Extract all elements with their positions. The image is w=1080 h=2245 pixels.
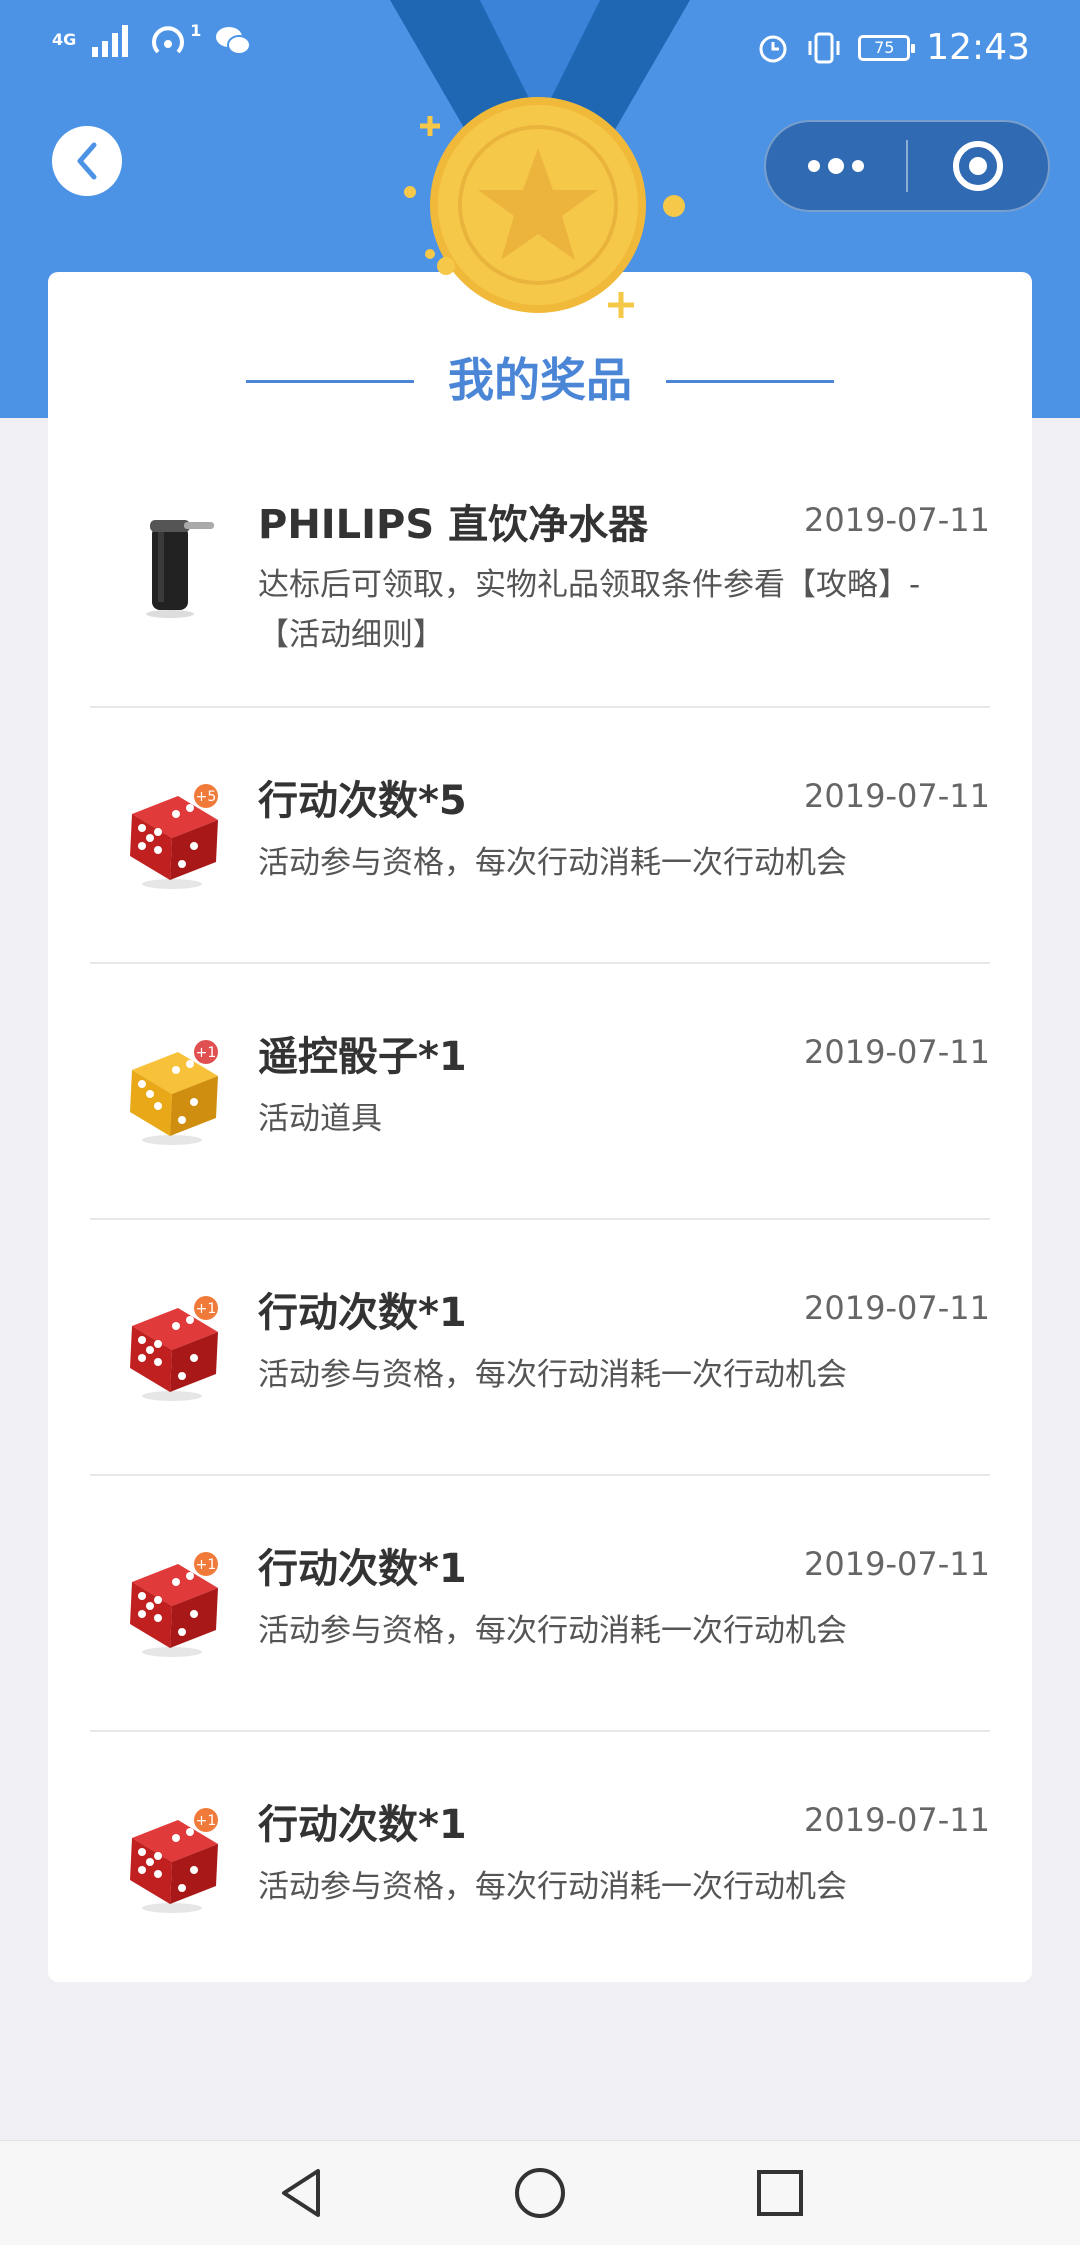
chevron-left-icon (77, 142, 97, 180)
prize-name: PHILIPS 直饮净水器 (258, 502, 649, 548)
prize-description: 活动参与资格，每次行动消耗一次行动机会 (258, 1869, 847, 1905)
battery-level: 75 (874, 38, 895, 57)
clock: 12:43 (926, 27, 1030, 68)
prize-description: 活动道具 (258, 1101, 382, 1137)
more-button[interactable] (766, 122, 906, 210)
prize-name: 遥控骰子*1 (258, 1034, 467, 1080)
battery-icon: 75 (858, 35, 916, 61)
prize-name: 行动次数*1 (258, 1802, 467, 1848)
back-button[interactable] (52, 126, 122, 196)
prize-badge: +1 (196, 1301, 217, 1317)
prize-item[interactable]: +1 遥控骰子*1 2019-07-11 活动道具 (90, 964, 990, 1220)
signal-sub-label: 1 (190, 21, 202, 40)
nav-back-icon[interactable] (272, 2163, 332, 2223)
yellow-dice-icon: +1 (130, 1040, 218, 1145)
prize-badge: +5 (196, 789, 217, 805)
target-circle-icon (953, 141, 1003, 191)
more-dots-icon (808, 158, 864, 174)
system-nav-bar (0, 2140, 1080, 2245)
prize-date: 2019-07-11 (804, 501, 990, 539)
wechat-icon (216, 27, 252, 55)
prize-date: 2019-07-11 (804, 1801, 990, 1839)
prize-description: 活动参与资格，每次行动消耗一次行动机会 (258, 845, 847, 881)
red-dice-icon: +5 (130, 784, 218, 889)
medal-icon (404, 97, 685, 318)
status-bar: 4G 1 75 12:43 (0, 0, 1080, 96)
prize-badge: +1 (196, 1813, 217, 1829)
prize-date: 2019-07-11 (804, 1545, 990, 1583)
red-dice-icon: +1 (130, 1296, 218, 1401)
miniprogram-capsule (764, 120, 1050, 212)
prize-item[interactable]: +1 行动次数*1 2019-07-11 活动参与资格，每次行动消耗一次行动机会 (90, 1220, 990, 1476)
prize-description: 活动参与资格，每次行动消耗一次行动机会 (258, 1613, 847, 1649)
prize-date: 2019-07-11 (804, 1289, 990, 1327)
prize-badge: +1 (196, 1557, 217, 1573)
prize-date: 2019-07-11 (804, 1033, 990, 1071)
prize-item[interactable]: PHILIPS 直饮净水器 2019-07-11 达标后可领取，实物礼品领取条件… (90, 448, 990, 708)
title-row: 我的奖品 (48, 352, 1032, 408)
prize-name: 行动次数*1 (258, 1546, 467, 1592)
prize-item[interactable]: +5 行动次数*5 2019-07-11 活动参与资格，每次行动消耗一次行动机会 (90, 708, 990, 964)
page-title: 我的奖品 (448, 353, 632, 407)
water-purifier-icon (146, 520, 214, 618)
red-dice-icon: +1 (130, 1552, 218, 1657)
network-label: 4G (52, 30, 77, 49)
signal-icon (92, 25, 129, 57)
nav-home-icon[interactable] (510, 2163, 570, 2223)
alarm-icon (759, 35, 787, 63)
prize-date: 2019-07-11 (804, 777, 990, 815)
close-miniprogram-button[interactable] (908, 122, 1048, 210)
prize-description: 活动参与资格，每次行动消耗一次行动机会 (258, 1357, 847, 1393)
prize-badge: +1 (196, 1045, 217, 1061)
wifi-hotspot-icon (152, 26, 185, 54)
prize-item[interactable]: +1 行动次数*1 2019-07-11 活动参与资格，每次行动消耗一次行动机会 (90, 1476, 990, 1732)
vibrate-icon (808, 32, 840, 64)
prize-name: 行动次数*5 (258, 778, 467, 824)
red-dice-icon: +1 (130, 1808, 218, 1913)
prize-description: 达标后可领取，实物礼品领取条件参看【攻略】-【活动细则】 (258, 567, 921, 653)
prize-name: 行动次数*1 (258, 1290, 467, 1336)
title-line-right (666, 380, 834, 383)
nav-recents-icon[interactable] (750, 2163, 810, 2223)
prize-item[interactable]: +1 行动次数*1 2019-07-11 活动参与资格，每次行动消耗一次行动机会 (90, 1732, 990, 1962)
